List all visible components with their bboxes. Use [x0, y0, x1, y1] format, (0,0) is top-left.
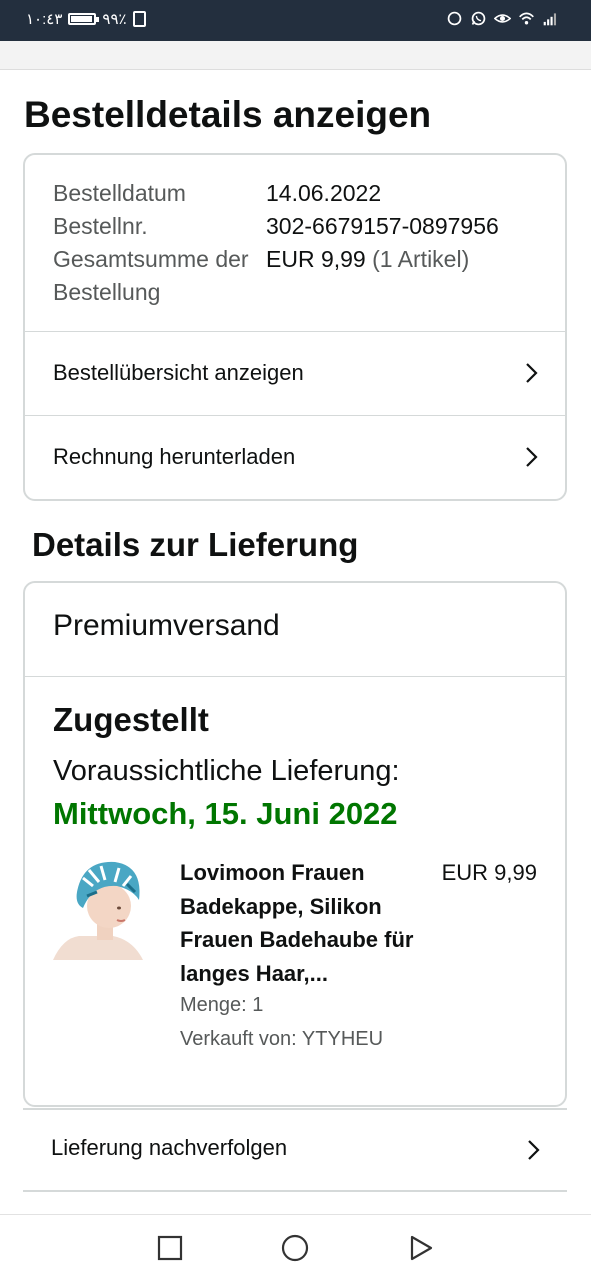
page-title: Bestelldetails anzeigen	[24, 94, 432, 135]
order-number-row: Bestellnr. 302-6679157-0897956	[53, 210, 553, 243]
eye-icon	[494, 14, 511, 23]
delivery-status: Zugestellt	[53, 701, 209, 738]
delivery-card: Premiumversand Zugestellt Voraussichtlic…	[23, 581, 567, 1107]
chevron-right-icon	[528, 1140, 540, 1160]
status-bar-right	[446, 10, 559, 27]
wifi-icon	[519, 12, 534, 25]
product-price: EUR 9,99	[441, 860, 537, 885]
order-date-value: 14.06.2022	[266, 180, 382, 206]
chevron-right-icon	[526, 363, 538, 383]
top-header-strip	[0, 41, 591, 70]
back-button[interactable]	[406, 1233, 436, 1263]
track-delivery-label: Lieferung nachverfolgen	[51, 1135, 288, 1160]
download-invoice-link[interactable]: Rechnung herunterladen	[25, 416, 565, 498]
order-total-row: Gesamtsumme der Bestellung EUR 9,99 (1 A…	[53, 243, 553, 309]
order-date-row: Bestelldatum 14.06.2022	[53, 177, 553, 210]
order-total-value: EUR 9,99 (1 Artikel)	[266, 243, 469, 309]
home-button[interactable]	[280, 1233, 310, 1263]
order-total-label: Gesamtsumme der Bestellung	[53, 246, 249, 305]
chevron-right-icon	[526, 447, 538, 467]
battery-percent: ٩٩٪	[102, 11, 127, 28]
whatsapp-icon	[471, 11, 486, 26]
product-quantity: Menge: 1	[180, 994, 264, 1016]
order-total-amount: EUR 9,99	[266, 246, 366, 272]
order-date-label: Bestelldatum	[53, 180, 186, 206]
order-summary-card: Bestelldatum 14.06.2022 Bestellnr. 302-6…	[23, 153, 567, 501]
order-info: Bestelldatum 14.06.2022 Bestellnr. 302-6…	[53, 177, 553, 309]
signal-icon	[543, 13, 557, 26]
system-navigation-bar	[0, 1214, 591, 1281]
eta-date: Mittwoch, 15. Juni 2022	[53, 796, 398, 831]
delivery-heading: Details zur Lieferung	[32, 526, 359, 563]
status-bar: ١٠:٤٣ ٩٩٪	[0, 0, 591, 41]
product-image[interactable]	[53, 856, 157, 960]
product-title-link[interactable]: Lovimoon Frauen Badekappe, Silikon Fraue…	[180, 856, 420, 990]
order-overview-link[interactable]: Bestellübersicht anzeigen	[25, 332, 565, 414]
download-invoice-label: Rechnung herunterladen	[53, 444, 296, 469]
product-seller: Verkauft von: YTYHEU	[180, 1028, 384, 1050]
order-overview-label: Bestellübersicht anzeigen	[53, 360, 304, 385]
order-item-count: (1 Artikel)	[372, 246, 470, 272]
track-delivery-link[interactable]: Lieferung nachverfolgen	[23, 1108, 567, 1192]
circle-notification-icon	[447, 11, 462, 26]
shipping-method: Premiumversand	[53, 609, 280, 642]
divider	[25, 676, 565, 677]
vibrate-icon	[132, 11, 146, 27]
order-number-label: Bestellnr.	[53, 213, 148, 239]
eta-label: Voraussichtliche Lieferung:	[53, 755, 400, 787]
clock: ١٠:٤٣	[26, 11, 63, 28]
recent-apps-button[interactable]	[155, 1233, 185, 1263]
status-bar-left: ١٠:٤٣ ٩٩٪	[26, 10, 146, 28]
order-number-value: 302-6679157-0897956	[266, 213, 499, 239]
battery-icon	[68, 13, 100, 25]
